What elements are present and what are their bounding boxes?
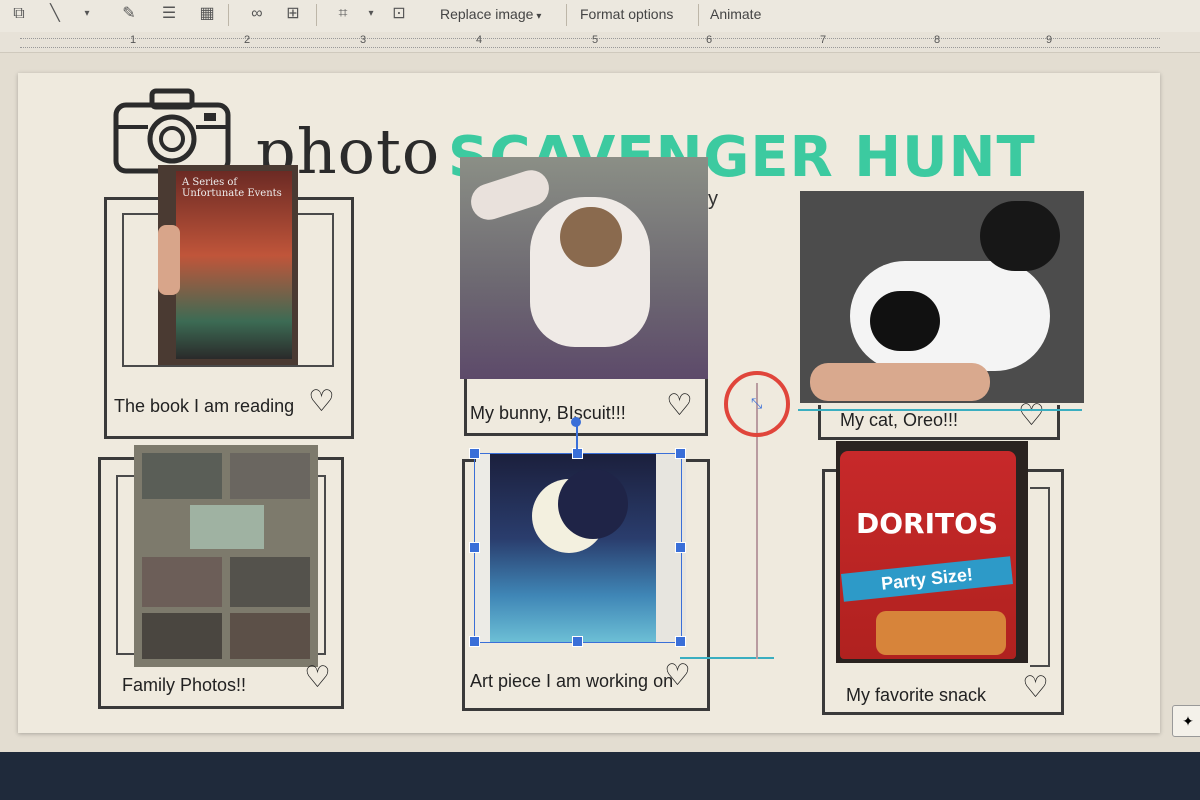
- mask-chevron-icon[interactable]: ▾: [360, 4, 382, 24]
- collage-tile: [142, 613, 222, 659]
- collage-tile: [142, 557, 222, 607]
- collage-tile: [230, 453, 310, 499]
- slide[interactable]: photo SCAVENGER HUNT y A Series of Unfor…: [18, 73, 1160, 733]
- resize-handle[interactable]: [572, 448, 583, 459]
- ruler-mark: 1: [130, 34, 137, 46]
- chips: [876, 611, 1006, 655]
- alignment-guide: [798, 409, 1082, 411]
- pen-icon[interactable]: ✎: [118, 4, 140, 24]
- camera-icon: [113, 88, 231, 174]
- ruler-mark: 8: [934, 34, 941, 46]
- resize-handle[interactable]: [675, 542, 686, 553]
- replace-image-label: Replace image: [440, 6, 534, 22]
- ruler: 1 2 3 4 5 6 7 8 9: [0, 32, 1200, 53]
- canvas-area: photo SCAVENGER HUNT y A Series of Unfor…: [0, 53, 1200, 753]
- reset-image-icon[interactable]: ⊡: [388, 4, 410, 24]
- format-options-button[interactable]: Format options: [580, 6, 673, 22]
- cat-head: [980, 201, 1060, 271]
- ruler-track: [20, 38, 1160, 48]
- resize-handle[interactable]: [469, 636, 480, 647]
- bunny-photo[interactable]: [460, 157, 708, 379]
- resize-handle[interactable]: [675, 448, 686, 459]
- toolbar-divider: [316, 4, 317, 26]
- heart-icon: ♡: [308, 385, 335, 418]
- collage-tile: [190, 505, 264, 549]
- crop-image-icon[interactable]: ⌗: [332, 4, 354, 24]
- book-cover: A Series of Unfortunate Events: [176, 171, 292, 359]
- heart-icon: ♡: [1018, 399, 1045, 432]
- heart-icon: ♡: [664, 659, 691, 692]
- border-weight-icon[interactable]: ☰: [158, 4, 180, 24]
- card-caption: Family Photos!!: [122, 675, 247, 695]
- selection-box[interactable]: [474, 453, 682, 643]
- cat-spot: [870, 291, 940, 351]
- doritos-photo[interactable]: DORITOS Party Size!: [836, 441, 1028, 663]
- rotate-handle[interactable]: [571, 417, 581, 427]
- line-icon[interactable]: ╲: [44, 4, 66, 24]
- bunny-face-patch: [560, 207, 622, 267]
- collage-tile: [230, 557, 310, 607]
- ruler-mark: 5: [592, 34, 599, 46]
- doritos-logo: DORITOS: [856, 507, 999, 540]
- ruler-mark: 3: [360, 34, 367, 46]
- toolbar: ⧉ ╲ ▾ ✎ ☰ ▦ ∞ ⊞ ⌗ ▾ ⊡ Replace image ▾ For…: [0, 0, 1200, 33]
- chevron-down-icon[interactable]: ▾: [76, 4, 98, 24]
- bunny-ear: [466, 165, 554, 225]
- resize-handle[interactable]: [469, 448, 480, 459]
- resize-handle[interactable]: [675, 636, 686, 647]
- ruler-mark: 6: [706, 34, 713, 46]
- toolbar-divider: [698, 4, 699, 26]
- cursor-icon: ⤡: [751, 395, 763, 411]
- stray-text: y: [708, 188, 718, 210]
- book-title: A Series of Unfortunate Events: [182, 177, 282, 199]
- family-photos[interactable]: [134, 445, 318, 667]
- collage-tile: [142, 453, 222, 499]
- ruler-mark: 7: [820, 34, 827, 46]
- collage-tile: [230, 613, 310, 659]
- ruler-mark: 9: [1046, 34, 1053, 46]
- card-caption: The book I am reading: [114, 396, 295, 416]
- toolbar-divider: [228, 4, 229, 26]
- ruler-mark: 4: [476, 34, 483, 46]
- chevron-down-icon: ▾: [536, 11, 542, 22]
- card-caption: My favorite snack: [846, 685, 987, 705]
- explore-button[interactable]: ✦: [1172, 705, 1200, 737]
- toolbar-divider: [566, 4, 567, 26]
- comment-icon[interactable]: ⊞: [282, 4, 304, 24]
- resize-handle[interactable]: [469, 542, 480, 553]
- heart-icon: ♡: [666, 389, 693, 422]
- book-photo[interactable]: A Series of Unfortunate Events: [158, 165, 298, 365]
- photo-frame-inner: [1030, 487, 1050, 667]
- taskbar: [0, 752, 1200, 800]
- card-caption: My bunny, BIscuit!!!: [470, 403, 626, 423]
- hand: [810, 363, 990, 401]
- heart-icon: ♡: [304, 661, 331, 694]
- border-dash-icon[interactable]: ▦: [196, 4, 218, 24]
- heart-icon: ♡: [1022, 671, 1049, 704]
- resize-handle[interactable]: [572, 636, 583, 647]
- cat-photo[interactable]: [800, 191, 1084, 403]
- alignment-guide: [680, 657, 774, 659]
- card-caption: My cat, Oreo!!!: [840, 410, 959, 430]
- animate-button[interactable]: Animate: [710, 6, 761, 22]
- card-caption: Art piece I am working on: [470, 671, 674, 691]
- hand: [158, 225, 180, 295]
- replace-image-button[interactable]: Replace image ▾: [440, 6, 541, 22]
- crop-icon[interactable]: ⧉: [8, 4, 30, 24]
- link-icon[interactable]: ∞: [246, 4, 268, 24]
- ruler-mark: 2: [244, 34, 251, 46]
